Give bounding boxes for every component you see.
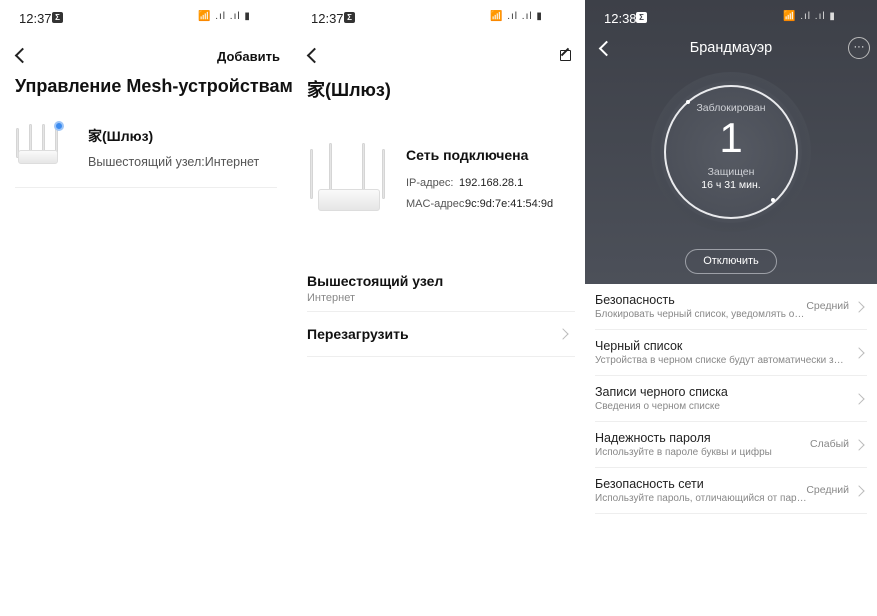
ip-value: 192.168.28.1	[459, 177, 524, 189]
item-title: Надежность пароля	[595, 431, 711, 445]
chevron-right-icon	[853, 439, 865, 451]
status-time: 12:37	[19, 11, 52, 26]
item-title: Записи черного списка	[595, 385, 728, 399]
blocked-count: 1	[719, 114, 743, 161]
device-name: 家(Шлюз)	[88, 128, 154, 144]
back-button[interactable]	[14, 49, 28, 63]
upstream-value: Интернет	[307, 292, 355, 304]
device-upstream: Вышестоящий узел:Интернет	[88, 155, 260, 169]
network-status: Сеть подключена	[406, 147, 529, 163]
settings-item-security[interactable]: Безопасность Блокировать черный список, …	[595, 284, 867, 330]
status-system-icons: 📶 .ıl .ıl ▮	[198, 11, 251, 22]
item-title: Безопасность сети	[595, 477, 704, 491]
item-value: Средний	[806, 484, 849, 496]
settings-item-network-security[interactable]: Безопасность сети Используйте пароль, от…	[595, 468, 867, 514]
settings-item-blacklist-records[interactable]: Записи черного списка Сведения о черном …	[595, 376, 867, 422]
mac-label: MAC-адрес:	[406, 198, 468, 210]
upstream-title: Вышестоящий узел	[307, 273, 444, 289]
page-title: Управление Mesh-устройствами	[15, 76, 292, 96]
item-subtitle: Используйте пароль, отличающийся от пар…	[595, 493, 807, 504]
protected-time: 16 ч 31 мин.	[701, 179, 761, 191]
blocked-label: Заблокирован	[696, 102, 766, 114]
protected-label: Защищен	[707, 166, 755, 178]
settings-item-blacklist[interactable]: Черный список Устройства в черном списке…	[595, 330, 867, 376]
status-system-icons: 📶 .ıl .ıl ▮	[783, 11, 836, 22]
status-system-icons: 📶 .ıl .ıl ▮	[490, 11, 543, 22]
item-subtitle: Блокировать черный список, уведомлять о…	[595, 309, 805, 320]
item-value: Средний	[806, 300, 849, 312]
ip-label: IP-адрес:	[406, 177, 454, 189]
item-subtitle: Сведения о черном списке	[595, 401, 720, 412]
ip-row: IP-адрес: 192.168.28.1	[406, 177, 523, 189]
chevron-right-icon	[853, 485, 865, 497]
chevron-right-icon	[557, 328, 569, 340]
back-button[interactable]	[306, 49, 320, 63]
mac-row: MAC-адрес: 9c:9d:7e:41:54:9d	[406, 198, 553, 210]
mesh-devices-screen: 12:37 Σ 📶 .ıl .ıl ▮ Добавить Управление …	[0, 0, 292, 616]
edit-icon[interactable]	[560, 50, 571, 61]
mac-value: 9c:9d:7e:41:54:9d	[465, 198, 554, 210]
firewall-screen: 12:38 Σ 📶 .ıl .ıl ▮ Брандмауэр ··· Забло…	[585, 0, 877, 616]
chevron-right-icon	[853, 347, 865, 359]
sigma-icon: Σ	[636, 12, 647, 23]
item-value: Слабый	[810, 438, 849, 450]
item-subtitle: Устройства в черном списке будут автомат…	[595, 355, 844, 366]
settings-item-password-strength[interactable]: Надежность пароля Используйте в пароле б…	[595, 422, 867, 468]
chevron-right-icon	[853, 393, 865, 405]
sigma-icon: Σ	[52, 12, 63, 23]
device-title: 家(Шлюз)	[307, 80, 391, 100]
device-detail-screen: 12:37 Σ 📶 .ıl .ıl ▮ 家(Шлюз) Сеть подключ…	[292, 0, 585, 616]
disable-button[interactable]: Отключить	[685, 249, 777, 274]
more-options-button[interactable]: ···	[848, 37, 870, 59]
divider	[307, 356, 575, 357]
item-subtitle: Используйте в пароле буквы и цифры	[595, 447, 772, 458]
sigma-icon: Σ	[344, 12, 355, 23]
status-bar: 12:37 Σ 📶 .ıl .ıl ▮	[0, 0, 292, 34]
status-bar: 12:37 Σ 📶 .ıl .ıl ▮	[292, 0, 585, 34]
item-title: Безопасность	[595, 293, 675, 307]
reboot-label: Перезагрузить	[307, 326, 409, 342]
item-title: Черный список	[595, 339, 683, 353]
divider	[307, 311, 575, 312]
status-time: 12:38	[604, 11, 637, 26]
online-status-dot	[54, 121, 64, 131]
status-bar: 12:38 Σ 📶 .ıl .ıl ▮	[585, 0, 877, 34]
status-time: 12:37	[311, 11, 344, 26]
chevron-right-icon	[853, 301, 865, 313]
page-title: Брандмауэр	[689, 40, 773, 56]
divider	[15, 187, 277, 188]
add-button[interactable]: Добавить	[217, 49, 280, 64]
gauge-ring-end-dot	[771, 198, 775, 202]
